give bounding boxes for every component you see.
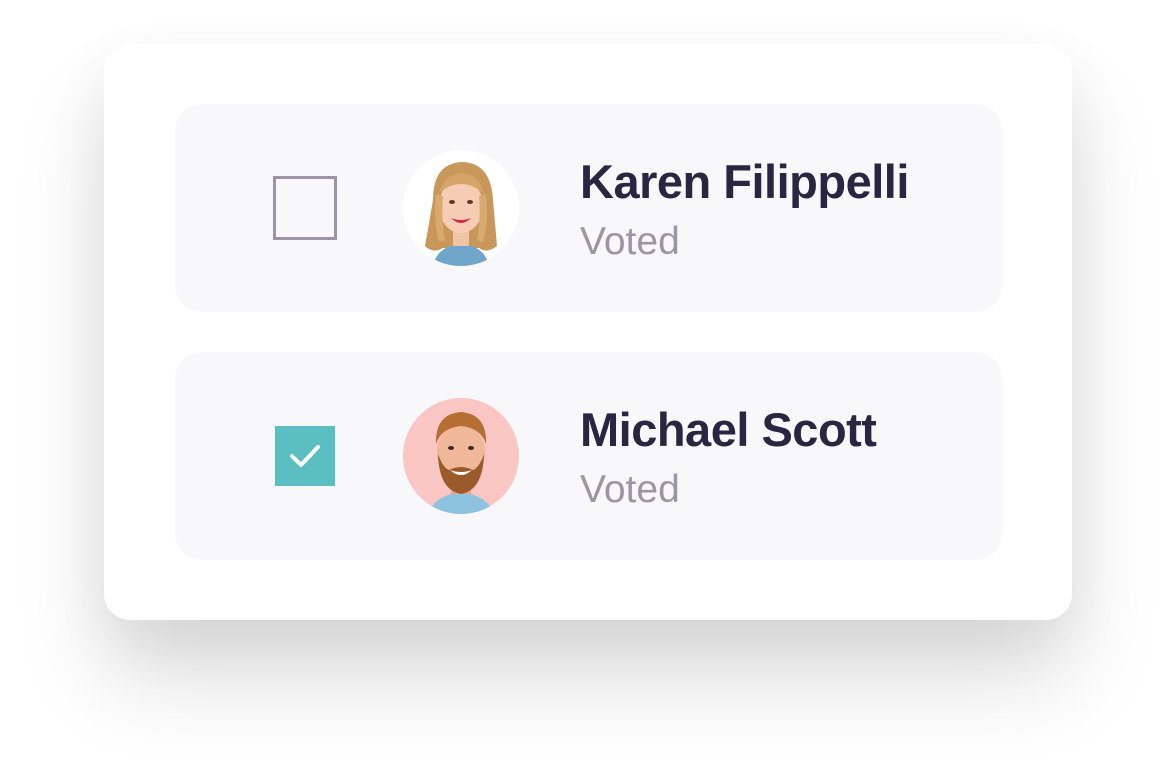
voters-card: Karen Filippelli Voted Michael Scott Vot… (104, 44, 1072, 620)
voter-status: Voted (580, 468, 680, 511)
voter-name: Michael Scott (580, 403, 877, 456)
voter-checkbox-checked[interactable] (275, 426, 335, 486)
man-portrait-icon (403, 398, 519, 514)
voter-row[interactable]: Michael Scott Voted (175, 352, 1003, 560)
voter-checkbox-unchecked[interactable] (273, 176, 337, 240)
voter-name: Karen Filippelli (580, 155, 909, 208)
checkmark-icon (290, 445, 320, 467)
voter-row[interactable]: Karen Filippelli Voted (175, 104, 1003, 312)
woman-portrait-icon (403, 150, 519, 266)
voter-status: Voted (580, 220, 680, 263)
avatar (403, 398, 519, 514)
avatar (403, 150, 519, 266)
